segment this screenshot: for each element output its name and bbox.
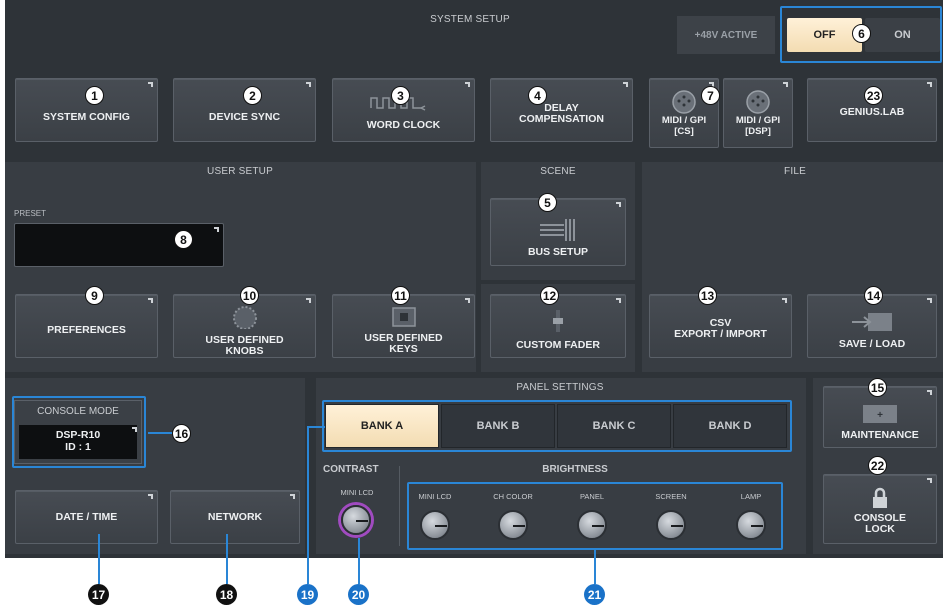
midi-cs-label-1: MIDI / GPI	[661, 115, 707, 126]
network-button[interactable]: NETWORK	[170, 490, 300, 544]
contrast-knob-label: MINI LCD	[340, 488, 374, 497]
callout-4: 4	[528, 86, 547, 105]
key-icon	[391, 307, 416, 327]
callout-3: 3	[391, 86, 410, 105]
callout-20-line	[358, 538, 360, 584]
midi-port-icon	[672, 90, 696, 114]
genius-lab-label: GENIUS.LAB	[839, 105, 905, 118]
callout-20: 20	[348, 584, 369, 605]
console-lock-label-2: LOCK	[865, 523, 895, 535]
bank-highlight	[322, 400, 792, 452]
csv-export-import-button[interactable]: CSV EXPORT / IMPORT	[649, 294, 792, 358]
callout-19: 19	[297, 584, 318, 605]
callout-17: 17	[88, 584, 109, 605]
callout-9: 9	[85, 286, 104, 305]
callout-1: 1	[85, 86, 104, 105]
midi-cs-label-2: [CS]	[674, 126, 694, 137]
midi-port-icon	[746, 90, 770, 114]
device-sync-label: DEVICE SYNC	[208, 110, 281, 123]
save-load-label: SAVE / LOAD	[838, 337, 906, 350]
bus-setup-button[interactable]: BUS SETUP	[490, 198, 626, 266]
callout-8: 8	[174, 230, 193, 249]
callout-14: 14	[864, 286, 883, 305]
brightness-label: BRIGHTNESS	[542, 464, 608, 475]
user-keys-label-2: KEYS	[389, 343, 418, 355]
midi-gpi-dsp-button[interactable]: MIDI / GPI [DSP]	[723, 78, 793, 148]
callout-13: 13	[698, 286, 717, 305]
brightness-highlight	[407, 482, 783, 550]
system-config-label: SYSTEM CONFIG	[43, 110, 130, 123]
system-config-button[interactable]: SYSTEM CONFIG	[15, 78, 158, 142]
file-title: FILE	[784, 166, 806, 177]
contrast-label: CONTRAST	[323, 464, 379, 475]
midi-dsp-label-1: MIDI / GPI	[735, 115, 781, 126]
screenshot-stage: SYSTEM SETUP +48V ACTIVE OFF ON SYSTEM C…	[0, 0, 946, 607]
callout-18-line	[226, 534, 228, 584]
date-time-label: DATE / TIME	[55, 510, 118, 523]
svg-text:+: +	[877, 410, 883, 421]
user-setup-title: USER SETUP	[207, 166, 273, 177]
callout-19-line-h	[307, 426, 325, 428]
console-mode-highlight	[12, 396, 146, 468]
bus-setup-icon	[540, 218, 575, 241]
date-time-button[interactable]: DATE / TIME	[15, 490, 158, 544]
callout-5: 5	[538, 193, 557, 212]
callout-10: 10	[240, 286, 259, 305]
console-lock-button[interactable]: CONSOLE LOCK	[823, 474, 937, 544]
preset-name-field[interactable]	[14, 223, 224, 267]
panel-settings-title: PANEL SETTINGS	[516, 382, 604, 393]
fader-icon	[553, 309, 563, 332]
custom-fader-label: CUSTOM FADER	[516, 338, 600, 351]
callout-2: 2	[243, 86, 262, 105]
callout-11: 11	[391, 286, 410, 305]
preferences-label: PREFERENCES	[47, 323, 126, 336]
callout-18: 18	[216, 584, 237, 605]
knob-icon	[232, 306, 257, 329]
maintenance-label: MAINTENANCE	[841, 428, 919, 441]
csv-label-2: EXPORT / IMPORT	[674, 328, 767, 340]
callout-16-line	[148, 432, 172, 434]
preferences-button[interactable]: PREFERENCES	[15, 294, 158, 358]
callout-16: 16	[172, 424, 191, 443]
callout-21: 21	[584, 584, 605, 605]
bus-setup-label: BUS SETUP	[527, 245, 589, 258]
callout-17-line	[98, 534, 100, 584]
custom-fader-button[interactable]: CUSTOM FADER	[490, 294, 626, 358]
maintenance-icon: +	[863, 404, 897, 423]
network-label: NETWORK	[207, 510, 263, 523]
delay-compensation-label-2: COMPENSATION	[519, 113, 604, 125]
system-setup-screen: SYSTEM SETUP +48V ACTIVE OFF ON SYSTEM C…	[5, 0, 943, 558]
user-knobs-label-2: KNOBS	[225, 345, 264, 357]
system-setup-title: SYSTEM SETUP	[430, 14, 510, 25]
callout-7: 7	[701, 86, 720, 105]
callout-23: 23	[864, 86, 883, 105]
word-clock-label: WORD CLOCK	[366, 118, 441, 131]
scene-title: SCENE	[540, 166, 576, 177]
lock-icon	[873, 487, 887, 508]
callout-12: 12	[540, 286, 559, 305]
midi-dsp-label-2: [DSP]	[745, 126, 771, 137]
section-divider	[399, 466, 400, 546]
delay-compensation-button[interactable]: DELAY COMPENSATION	[490, 78, 633, 142]
device-sync-button[interactable]: DEVICE SYNC	[173, 78, 316, 142]
phantom-power-indicator: +48V ACTIVE	[677, 16, 775, 54]
save-load-icon	[852, 312, 892, 331]
contrast-knob[interactable]	[341, 505, 371, 535]
callout-22: 22	[868, 456, 887, 475]
preset-label: PRESET	[14, 209, 47, 218]
callout-21-line	[594, 550, 596, 584]
callout-6: 6	[852, 24, 871, 43]
callout-19-line-v	[307, 426, 309, 584]
callout-15: 15	[868, 378, 887, 397]
